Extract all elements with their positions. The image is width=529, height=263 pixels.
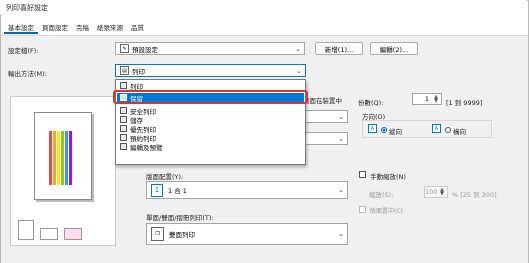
- page-layout-label: 版面配置(Y):: [146, 173, 184, 181]
- printer-icon: ▤: [120, 66, 129, 75]
- portrait-a-icon: A: [368, 124, 377, 133]
- window-title: 列印喜好設定: [6, 4, 48, 12]
- selection-highlight-frame: [113, 90, 308, 104]
- save-icon: [120, 116, 127, 123]
- paper-size-select[interactable]: ⌄: [300, 110, 348, 123]
- duplex-label: 單面/雙面/摺冊列印(T):: [146, 214, 214, 222]
- duplex-value: 雙面列印: [169, 231, 195, 239]
- chevron-down-icon: ⌄: [296, 67, 302, 75]
- scale-value: 100: [425, 188, 438, 196]
- title-bar: 列印喜好設定: [0, 0, 527, 14]
- duplex-thumbnail-icon: [40, 228, 58, 240]
- center-page-checkbox[interactable]: [359, 206, 366, 213]
- manual-scaling-label: 手動縮放(N): [370, 173, 406, 181]
- output-method-value: 列印: [132, 67, 145, 76]
- scale-input[interactable]: 100 ▲ ▼: [424, 186, 448, 198]
- preview-stripe: [61, 131, 64, 185]
- color-thumbnail-icon: [64, 228, 82, 240]
- page-layout-select[interactable]: 1 1 合 1 ⌄: [146, 181, 348, 199]
- chevron-down-icon: ⌄: [338, 135, 344, 143]
- copies-range: [1 到 9999]: [446, 99, 483, 107]
- manual-scaling-checkbox[interactable]: [359, 171, 366, 178]
- copies-input[interactable]: 1 ▲ ▼: [412, 93, 442, 105]
- priority-icon: [120, 125, 127, 132]
- profile-value: 預設設定: [132, 45, 158, 54]
- duplex-icon: ❐: [151, 227, 164, 241]
- dropdown-item-edit-preview[interactable]: 編輯及預覽: [117, 142, 304, 152]
- spin-arrows-icon[interactable]: ▲ ▼: [432, 95, 440, 104]
- copies-label: 份數(Q):: [358, 99, 384, 107]
- tab-basic-settings[interactable]: 基本設定: [4, 23, 38, 34]
- add-profile-button[interactable]: 新增(1)...: [315, 42, 363, 55]
- dropdown-item-print[interactable]: 列印: [117, 81, 304, 91]
- chevron-down-icon: ⌄: [338, 186, 344, 194]
- landscape-radio[interactable]: [445, 127, 451, 133]
- profile-select[interactable]: ✎ 預設設定 ⌄: [115, 42, 305, 55]
- scale-range: % [25 到 200]: [452, 191, 497, 199]
- lock-icon: [120, 107, 127, 114]
- layout-1up-icon: 1: [151, 183, 163, 197]
- preview-stripe: [49, 131, 52, 185]
- edit-profile-button[interactable]: 編輯(2)...: [370, 42, 418, 55]
- portrait-radio[interactable]: [381, 127, 387, 133]
- tab-strip: 基本設定 頁面設定 完稿 紙張來源 品質: [4, 23, 148, 34]
- chevron-down-icon: ⌄: [338, 113, 344, 121]
- tab-quality[interactable]: 品質: [127, 23, 148, 34]
- tab-paper-source[interactable]: 紙張來源: [93, 23, 127, 34]
- preview-stripe: [69, 131, 72, 185]
- profile-label: 設定檔(F):: [8, 47, 39, 55]
- landscape-a-icon: A: [432, 124, 441, 133]
- chevron-down-icon: ⌄: [295, 45, 301, 53]
- preview-page: [34, 112, 92, 200]
- output-method-select[interactable]: ▤ 列印 ⌄: [115, 64, 306, 77]
- output-method-label: 輸出方法(M):: [8, 70, 47, 78]
- layout-thumbnail-icon: [18, 220, 34, 240]
- landscape-label: 橫向: [453, 128, 466, 136]
- page-layout-value: 1 合 1: [168, 187, 187, 195]
- duplex-select[interactable]: ❐ 雙面列印 ⌄: [146, 223, 348, 245]
- preview-stripe: [65, 131, 68, 185]
- portrait-label: 縱向: [389, 128, 402, 136]
- tab-finishing[interactable]: 完稿: [72, 23, 93, 34]
- preview-stripe: [53, 131, 56, 185]
- preview-stripe: [57, 131, 60, 185]
- spin-arrows-icon[interactable]: ▲ ▼: [438, 188, 446, 197]
- scale-label: 縮放(S):: [369, 191, 394, 199]
- chevron-down-icon: ⌄: [338, 230, 344, 238]
- printer-icon: [120, 82, 127, 89]
- partially-hidden-label: 頁面在裝置中: [303, 97, 342, 105]
- edit-preview-icon: [120, 143, 127, 150]
- center-page-label: 版面置中(C): [370, 208, 403, 215]
- profile-icon: ✎: [120, 44, 129, 53]
- output-size-select[interactable]: ⌄: [300, 132, 348, 145]
- dropdown-item-secure-print[interactable]: 安全列印: [117, 106, 304, 116]
- tab-page-setup[interactable]: 頁面設定: [38, 23, 72, 34]
- copies-value: 1: [424, 95, 429, 103]
- clock-icon: [120, 134, 127, 141]
